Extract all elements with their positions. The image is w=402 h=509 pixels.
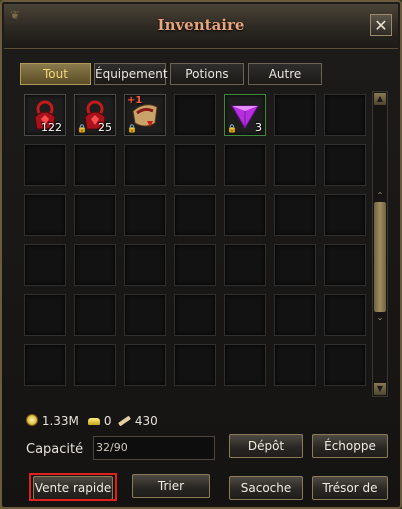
- inventory-slot[interactable]: [124, 244, 166, 286]
- inventory-slot[interactable]: [324, 144, 366, 186]
- inventory-slot[interactable]: 122: [24, 94, 66, 136]
- inventory-slot[interactable]: [324, 94, 366, 136]
- inventory-slot[interactable]: [24, 294, 66, 336]
- inventory-slot[interactable]: [274, 294, 316, 336]
- inventory-slot[interactable]: [74, 144, 116, 186]
- sacoche-button[interactable]: Sacoche: [229, 476, 303, 500]
- highlight-box: [29, 473, 117, 501]
- scrollbar[interactable]: ▲ ⌃ ⌄ ▼: [372, 91, 388, 397]
- inventory-grid: 122 🔒 25 +1 🔒 🔒 3: [20, 90, 370, 398]
- gold-coin-icon: [26, 414, 38, 426]
- inventory-slot[interactable]: +1 🔒: [124, 94, 166, 136]
- inventory-slot[interactable]: [174, 144, 216, 186]
- inventory-slot[interactable]: [274, 344, 316, 386]
- lock-icon: 🔒: [77, 124, 87, 133]
- inventory-slot[interactable]: [224, 344, 266, 386]
- inventory-slot[interactable]: [24, 194, 66, 236]
- inventory-slot[interactable]: [224, 144, 266, 186]
- inventory-slot[interactable]: [74, 244, 116, 286]
- item-count: 25: [98, 121, 112, 134]
- inventory-slot[interactable]: [274, 244, 316, 286]
- scroll-down-icon[interactable]: ▼: [374, 383, 386, 395]
- inventory-slot[interactable]: [124, 344, 166, 386]
- inventory-slot[interactable]: [174, 244, 216, 286]
- inventory-slot[interactable]: [74, 344, 116, 386]
- inventory-slot[interactable]: 🔒 25: [74, 94, 116, 136]
- inventory-slot[interactable]: [274, 94, 316, 136]
- inventory-slot[interactable]: [274, 144, 316, 186]
- inventory-slot[interactable]: [224, 194, 266, 236]
- gold-value: 1.33M: [41, 414, 79, 428]
- inventory-slot[interactable]: [324, 194, 366, 236]
- inventory-slot[interactable]: [24, 244, 66, 286]
- inventory-slot[interactable]: [274, 194, 316, 236]
- inventory-slot[interactable]: [224, 294, 266, 336]
- inventory-slot[interactable]: [174, 344, 216, 386]
- tab-tout[interactable]: Tout: [20, 63, 91, 85]
- gold-ingot-icon: [88, 418, 100, 425]
- lock-icon: 🔒: [227, 124, 237, 133]
- inventory-slot[interactable]: [74, 294, 116, 336]
- tab-equipement[interactable]: Équipement: [94, 63, 168, 85]
- scroll-item-icon: [118, 415, 131, 427]
- scroll-thumb-top-icon: ⌃: [376, 191, 384, 200]
- gold-amount: 1.33M: [26, 414, 79, 428]
- ingot-amount: 0: [88, 414, 111, 428]
- capacity-value: 32/90: [93, 436, 215, 460]
- inventory-slot[interactable]: [174, 194, 216, 236]
- tab-autre[interactable]: Autre: [248, 63, 322, 85]
- inventory-slot[interactable]: [124, 294, 166, 336]
- inventory-slot[interactable]: [324, 344, 366, 386]
- enhance-level: +1: [127, 95, 143, 106]
- scroll-value: 430: [134, 414, 158, 428]
- title-bar[interactable]: ❦ Inventaire ✕: [4, 4, 398, 49]
- inventory-window: ❦ Inventaire ✕ Tout Équipement Potions A…: [0, 0, 402, 509]
- depot-button[interactable]: Dépôt: [229, 434, 303, 458]
- inventory-slot[interactable]: [224, 244, 266, 286]
- inventory-slot[interactable]: [74, 194, 116, 236]
- inventory-slot[interactable]: [324, 244, 366, 286]
- inventory-slot[interactable]: [24, 144, 66, 186]
- tresor-button[interactable]: Trésor de: [312, 476, 388, 500]
- inventory-slot[interactable]: [324, 294, 366, 336]
- capacity-label: Capacité: [26, 442, 84, 457]
- ingot-value: 0: [103, 414, 112, 428]
- tab-potions[interactable]: Potions: [170, 63, 244, 85]
- scroll-thumb[interactable]: [374, 202, 386, 312]
- window-title: Inventaire: [157, 16, 245, 34]
- item-count: 3: [255, 121, 262, 134]
- trier-button[interactable]: Trier: [132, 474, 210, 498]
- inventory-slot[interactable]: [24, 344, 66, 386]
- item-count: 122: [41, 121, 62, 134]
- inventory-slot[interactable]: [174, 94, 216, 136]
- echoppe-button[interactable]: Échoppe: [312, 434, 388, 458]
- scroll-up-icon[interactable]: ▲: [374, 93, 386, 105]
- inventory-slot[interactable]: [174, 294, 216, 336]
- inventory-slot[interactable]: [124, 144, 166, 186]
- lock-icon: 🔒: [127, 124, 137, 133]
- inventory-slot[interactable]: 🔒 3: [224, 94, 266, 136]
- scroll-amount: 430: [118, 414, 158, 428]
- scroll-thumb-bottom-icon: ⌄: [376, 313, 384, 322]
- close-button[interactable]: ✕: [370, 14, 392, 36]
- inventory-slot[interactable]: [124, 194, 166, 236]
